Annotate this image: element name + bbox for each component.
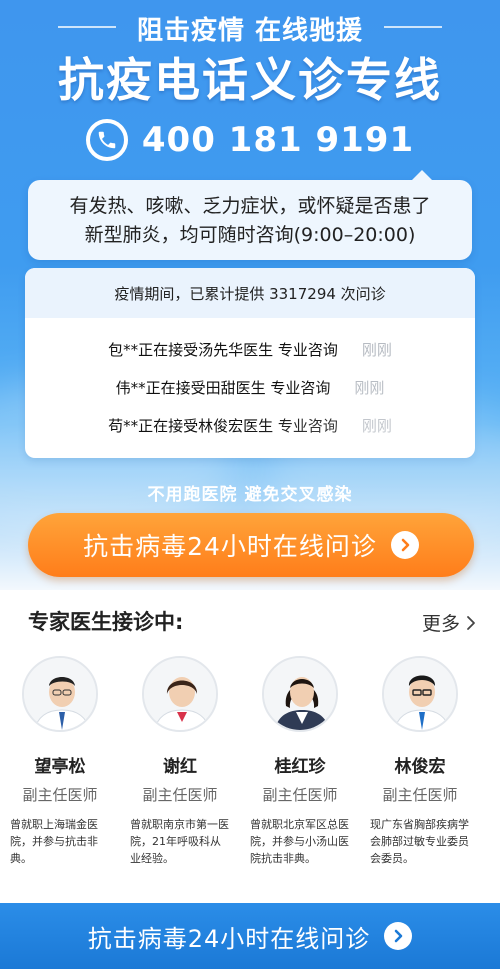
consultation-time: 刚刚 <box>354 378 385 397</box>
sub-slogan: 不用跑医院 避免交叉感染 <box>147 485 353 505</box>
doctor-title: 副主任医师 <box>382 786 458 804</box>
chevron-right-icon <box>390 531 419 559</box>
phone-number: 400 181 9191 <box>141 120 415 160</box>
doctor-avatar <box>142 656 218 732</box>
chevron-right-icon <box>384 922 413 950</box>
doctor-name: 望亭松 <box>34 757 86 777</box>
doctor-avatar <box>262 656 338 732</box>
consultation-text: 伟**正在接受田甜医生 专业咨询 <box>115 378 331 397</box>
list-item: 苟**正在接受林俊宏医生 专业咨询 刚刚 <box>25 406 475 444</box>
doctor-card[interactable]: 林俊宏 副主任医师 现广东省胸部疾病学会肺部过敏专业委员会委员。 <box>360 656 480 896</box>
list-item: 包**正在接受汤先华医生 专业咨询 刚刚 <box>25 330 475 368</box>
consultation-text: 包**正在接受汤先华医生 专业咨询 <box>108 340 338 359</box>
slogan-divider-right <box>384 26 442 28</box>
list-item: 伟**正在接受田甜医生 专业咨询 刚刚 <box>25 368 475 406</box>
hotline[interactable]: 400 181 9191 <box>0 112 500 168</box>
experts-section-title: 专家医生接诊中: <box>28 610 184 634</box>
stats-summary: 疫情期间，已累计提供 3317294 次问诊 <box>25 268 475 318</box>
consult-now-button[interactable]: 抗击病毒24小时在线问诊 <box>28 513 474 577</box>
consultation-list: 包**正在接受汤先华医生 专业咨询 刚刚 伟**正在接受田甜医生 专业咨询 刚刚… <box>25 318 475 444</box>
phone-icon <box>85 119 128 161</box>
doctor-list: 望亭松 副主任医师 曾就职上海瑞金医院，并参与抗击非典。 谢红 副主任医师 曾就… <box>0 656 500 896</box>
doctor-card[interactable]: 谢红 副主任医师 曾就职南京市第一医院，21年呼吸科从业经验。 <box>120 656 240 896</box>
doctor-bio: 曾就职上海瑞金医院，并参与抗击非典。 <box>10 818 98 865</box>
hero-banner: 阻击疫情 在线驰援 抗疫电话义诊专线 400 181 9191 有发热、咳嗽、乏… <box>0 0 500 590</box>
bottom-consult-label: 抗击病毒24小时在线问诊 <box>87 924 371 953</box>
doctor-name: 谢红 <box>163 757 197 777</box>
doctor-bio: 曾就职南京市第一医院，21年呼吸科从业经验。 <box>130 818 229 865</box>
slogan: 阻击疫情 在线驰援 <box>136 16 364 46</box>
info-line-1: 有发热、咳嗽、乏力症状，或怀疑是否患了 <box>69 195 431 217</box>
info-bubble: 有发热、咳嗽、乏力症状，或怀疑是否患了 新型肺炎，均可随时咨询(9:00–20:… <box>28 170 472 260</box>
doctor-card[interactable]: 望亭松 副主任医师 曾就职上海瑞金医院，并参与抗击非典。 <box>0 656 120 896</box>
doctor-title: 副主任医师 <box>142 786 218 804</box>
doctor-avatar <box>22 656 98 732</box>
bottom-consult-button[interactable]: 抗击病毒24小时在线问诊 <box>0 903 500 969</box>
doctor-title: 副主任医师 <box>262 786 338 804</box>
consultation-time: 刚刚 <box>361 416 392 435</box>
page-title: 抗疫电话义诊专线 <box>58 53 442 107</box>
consultation-text: 苟**正在接受林俊宏医生 专业咨询 <box>108 416 338 435</box>
doctor-name: 林俊宏 <box>394 757 446 777</box>
doctor-name: 桂红珍 <box>274 757 326 777</box>
consult-now-label: 抗击病毒24小时在线问诊 <box>83 532 377 561</box>
doctor-bio: 现广东省胸部疾病学会肺部过敏专业委员会委员。 <box>370 818 469 865</box>
chevron-right-icon <box>467 615 475 630</box>
more-label: 更多 <box>421 613 460 635</box>
info-line-2: 新型肺炎，均可随时咨询(9:00–20:00) <box>84 224 416 246</box>
consultation-time: 刚刚 <box>361 340 392 359</box>
doctor-card[interactable]: 桂红珍 副主任医师 曾就职北京军区总医院，并参与小汤山医院抗击非典。 <box>240 656 360 896</box>
stats-card: 疫情期间，已累计提供 3317294 次问诊 包**正在接受汤先华医生 专业咨询… <box>25 268 475 458</box>
more-link[interactable]: 更多 <box>422 609 476 636</box>
doctor-title: 副主任医师 <box>22 786 98 804</box>
doctor-avatar <box>382 656 458 732</box>
doctor-bio: 曾就职北京军区总医院，并参与小汤山医院抗击非典。 <box>250 818 349 865</box>
